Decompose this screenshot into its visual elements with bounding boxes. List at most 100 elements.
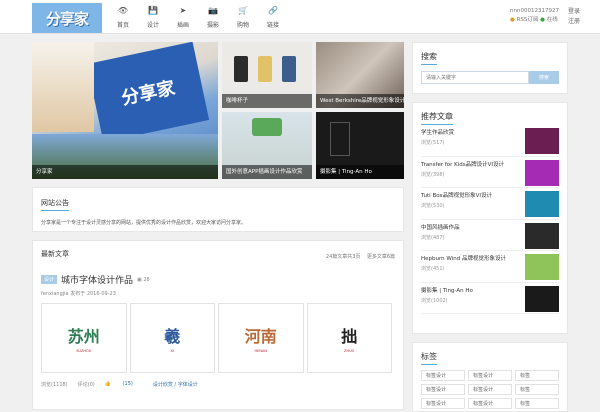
featured-tile-cups[interactable]: 咖啡杯子 xyxy=(222,42,312,108)
post-meta: fenxiangjia 发布于 2016-09-23 xyxy=(41,290,395,297)
tags-card: 标签 标签设计 标签设计 标签 标签设计 标签设计 标签 标签设计 标签设计 标签 xyxy=(412,342,568,412)
post-title[interactable]: 城市字体设计作品 xyxy=(61,273,133,286)
post-thumbnail[interactable]: 羲 XI xyxy=(129,303,215,373)
recommended-card: 推荐文章 学生作品欣赏 浏览(517) Transfer for Kids品牌设计V… xyxy=(412,102,568,334)
recommended-item-views: 浏览(1002) xyxy=(421,297,448,304)
send-icon: ➤ xyxy=(179,6,187,15)
search-form: 搜索 xyxy=(421,71,559,84)
tags-grid: 标签设计 标签设计 标签 标签设计 标签设计 标签 标签设计 标签设计 标签 xyxy=(421,370,559,409)
nav-item-2[interactable]: ➤ 插画 xyxy=(168,6,198,29)
site-logo[interactable]: 分享家 xyxy=(32,3,102,33)
recommended-item[interactable]: 摄影集 | Ting-An Ho 浏览(1002) xyxy=(421,283,559,314)
recommended-item-thumbnail[interactable] xyxy=(525,191,559,217)
post-category-links[interactable]: 设计欣赏 / 字体设计 xyxy=(153,381,198,388)
recommended-item-views: 浏览(487) xyxy=(421,234,445,241)
nav-item-4[interactable]: 🛒 购物 xyxy=(228,6,258,29)
auth-links: 登录 注册 xyxy=(568,7,580,27)
logo-text: 分享家 xyxy=(45,9,89,28)
recommended-item-thumbnail[interactable] xyxy=(525,222,559,249)
search-button[interactable]: 搜索 xyxy=(529,71,559,84)
recommended-item-title[interactable]: Hepburn Wind 品牌视觉形象设计 xyxy=(421,254,506,262)
main-nav: 👁 首页 💾 设计 ➤ 插画 📷 摄影 🛒 购物 🔗 链接 xyxy=(108,6,288,29)
camera-icon: 📷 xyxy=(208,6,218,15)
featured-tile-app-caption: 国外创意APP插画设计作品欣赏 xyxy=(222,165,312,179)
tag-link[interactable]: 标签设计 xyxy=(468,384,512,395)
illustration-graphic xyxy=(252,118,282,136)
latest-posts-card: 最新文章 24篇文章共3页 更多文章6篇 设计 城市字体设计作品 ▣ 28 fe… xyxy=(32,240,404,410)
recommended-item-thumbnail[interactable] xyxy=(525,128,559,154)
post-likes-value: (15) xyxy=(122,381,133,387)
latest-stats: 24篇文章共3页 更多文章6篇 xyxy=(326,253,395,260)
post-published-label: 发布于 xyxy=(70,291,86,297)
recommended-item-thumbnail[interactable] xyxy=(525,285,559,312)
nav-item-0[interactable]: 👁 首页 xyxy=(108,6,138,29)
eye-icon: 👁 xyxy=(117,6,129,15)
tag-link[interactable]: 标签设计 xyxy=(421,384,465,395)
login-link[interactable]: 登录 xyxy=(568,7,580,17)
recommended-item[interactable]: 学生作品欣赏 浏览(517) xyxy=(421,125,559,157)
tag-link[interactable]: 标签 xyxy=(515,370,559,381)
post-thumbnail[interactable]: 拙 ZHUO xyxy=(306,303,392,373)
recommended-item[interactable]: Tuti Box品牌视觉形象VI设计 浏览(530) xyxy=(421,188,559,220)
top-bar: 分享家 👁 首页 💾 设计 ➤ 插画 📷 摄影 🛒 购物 🔗 链接 nnn00012317927 ● … xyxy=(0,0,600,34)
thumbnail-caption: SUZHOU xyxy=(76,349,92,353)
recommended-item-title[interactable]: 学生作品欣赏 xyxy=(421,128,454,136)
recommended-item[interactable]: 中国风插画作品 浏览(487) xyxy=(421,220,559,251)
notice-text: 分享家是一个专注于设计灵感分享的网站，提供优秀的设计作品欣赏，欢迎大家访问分享家… xyxy=(41,220,247,226)
recommended-item[interactable]: Hepburn Wind 品牌视觉形象设计 浏览(451) xyxy=(421,251,559,283)
recommended-item-thumbnail[interactable] xyxy=(525,254,559,280)
tag-link[interactable]: 标签 xyxy=(515,384,559,395)
tags-title: 标签 xyxy=(421,351,437,365)
user-id: nnn00012317927 xyxy=(510,8,559,14)
search-card: 搜索 搜索 xyxy=(412,42,568,94)
featured-tile-photo[interactable]: 摄影集 | Ting-An Ho xyxy=(316,112,404,179)
thumbs-up-icon: 👍 xyxy=(104,381,111,387)
featured-tile-app[interactable]: 国外创意APP插画设计作品欣赏 xyxy=(222,112,312,179)
search-input[interactable] xyxy=(421,71,529,84)
recommended-item-views: 浏览(398) xyxy=(421,171,445,178)
thumbnail-caption: ZHUO xyxy=(344,349,355,353)
nav-item-3[interactable]: 📷 摄影 xyxy=(198,6,228,29)
sidebar: 搜索 搜索 推荐文章 学生作品欣赏浏览(517)Transfer for Kid… xyxy=(412,42,568,412)
recommended-item-title[interactable]: Transfer for Kids品牌设计VI设计 xyxy=(421,160,504,168)
tag-link[interactable]: 标签设计 xyxy=(421,370,465,381)
link-icon: 🔗 xyxy=(268,6,278,15)
post-thumbnail[interactable]: 苏州 SUZHOU xyxy=(41,303,127,373)
post-thumbnails: 苏州 SUZHOU 羲 XI 河南 HENAN 拙 ZHUO xyxy=(41,303,395,373)
post-count: 24篇文章共3页 xyxy=(325,254,361,260)
more-posts-link[interactable]: 更多文章6篇 xyxy=(367,254,395,260)
nav-label: 摄影 xyxy=(206,22,219,29)
recommended-title: 推荐文章 xyxy=(421,111,453,125)
post-header: 设计 城市字体设计作品 ▣ 28 xyxy=(41,273,395,286)
nav-item-5[interactable]: 🔗 链接 xyxy=(258,6,288,29)
rss-link[interactable]: RSS订阅 xyxy=(517,17,539,23)
cart-icon: 🛒 xyxy=(238,6,248,15)
notice-card: 网站公告 分享家是一个专注于设计灵感分享的网站，提供优秀的设计作品欣赏，欢迎大家… xyxy=(32,187,404,232)
featured-main-tile[interactable]: 分享家 分享家 xyxy=(32,42,218,179)
notice-title: 网站公告 xyxy=(41,198,69,211)
post-likes[interactable]: 👍 (15) xyxy=(105,381,143,388)
recommended-list: 学生作品欣赏 浏览(517) Transfer for Kids品牌设计VI设计 浏览… xyxy=(421,125,559,314)
post-category-tag[interactable]: 设计 xyxy=(41,275,58,284)
post-comments[interactable]: 评论(0) xyxy=(78,381,95,388)
cup-graphic xyxy=(258,56,272,82)
recommended-item-title[interactable]: 中国风插画作品 xyxy=(421,223,460,231)
thumbnail-glyph: 苏州 xyxy=(67,327,100,346)
recommended-item-title[interactable]: Tuti Box品牌视觉形象VI设计 xyxy=(421,191,492,199)
thumbnail-caption: HENAN xyxy=(254,349,267,353)
post-thumbnail[interactable]: 河南 HENAN xyxy=(218,303,304,373)
featured-tile-berkshire[interactable]: West Berkshire品牌视觉形象设计 xyxy=(316,42,404,108)
recommended-item-views: 浏览(451) xyxy=(421,266,445,272)
recommended-item-thumbnail[interactable] xyxy=(525,159,559,186)
recommended-item[interactable]: Transfer for Kids品牌设计VI设计 浏览(398) xyxy=(421,157,559,188)
recommended-item-title[interactable]: 摄影集 | Ting-An Ho xyxy=(421,286,473,294)
photo-graphic xyxy=(330,122,350,156)
recommended-item-views: 浏览(517) xyxy=(421,140,445,146)
post-author[interactable]: fenxiangjia xyxy=(41,291,69,297)
nav-item-1[interactable]: 💾 设计 xyxy=(138,6,168,29)
nav-label: 首页 xyxy=(116,22,129,29)
featured-tile-cups-caption: 咖啡杯子 xyxy=(222,94,312,108)
thumbnail-caption: XI xyxy=(170,349,174,353)
register-link[interactable]: 注册 xyxy=(568,17,580,27)
tag-link[interactable]: 标签设计 xyxy=(468,370,512,381)
